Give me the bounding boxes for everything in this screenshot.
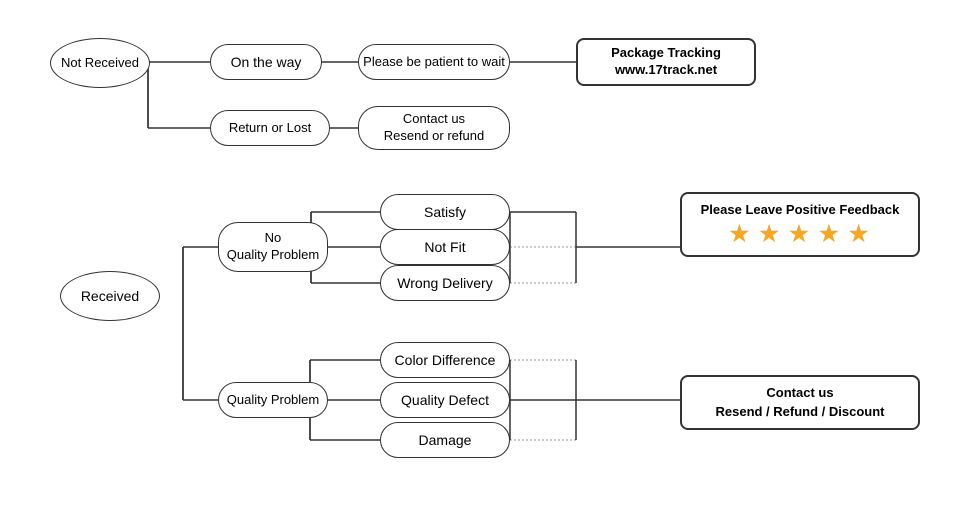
package-tracking-node: Package Trackingwww.17track.net bbox=[576, 38, 756, 86]
received-node: Received bbox=[60, 271, 160, 321]
return-or-lost-node: Return or Lost bbox=[210, 110, 330, 146]
wrong-delivery-node: Wrong Delivery bbox=[380, 265, 510, 301]
contact-resend-refund-discount-node: Contact usResend / Refund / Discount bbox=[680, 375, 920, 430]
not-received-node: Not Received bbox=[50, 38, 150, 88]
color-difference-node: Color Difference bbox=[380, 342, 510, 378]
be-patient-node: Please be patient to wait bbox=[358, 44, 510, 80]
satisfy-node: Satisfy bbox=[380, 194, 510, 230]
stars: ★ ★ ★ ★ ★ bbox=[694, 221, 906, 247]
quality-problem-node: Quality Problem bbox=[218, 382, 328, 418]
feedback-label: Please Leave Positive Feedback bbox=[694, 202, 906, 217]
on-the-way-node: On the way bbox=[210, 44, 322, 80]
not-fit-node: Not Fit bbox=[380, 229, 510, 265]
damage-node: Damage bbox=[380, 422, 510, 458]
no-quality-problem-node: NoQuality Problem bbox=[218, 222, 328, 272]
positive-feedback-node: Please Leave Positive Feedback ★ ★ ★ ★ ★ bbox=[680, 192, 920, 257]
contact-resend-refund-node: Contact usResend or refund bbox=[358, 106, 510, 150]
quality-defect-node: Quality Defect bbox=[380, 382, 510, 418]
diagram: Not Received On the way Return or Lost P… bbox=[0, 0, 960, 513]
